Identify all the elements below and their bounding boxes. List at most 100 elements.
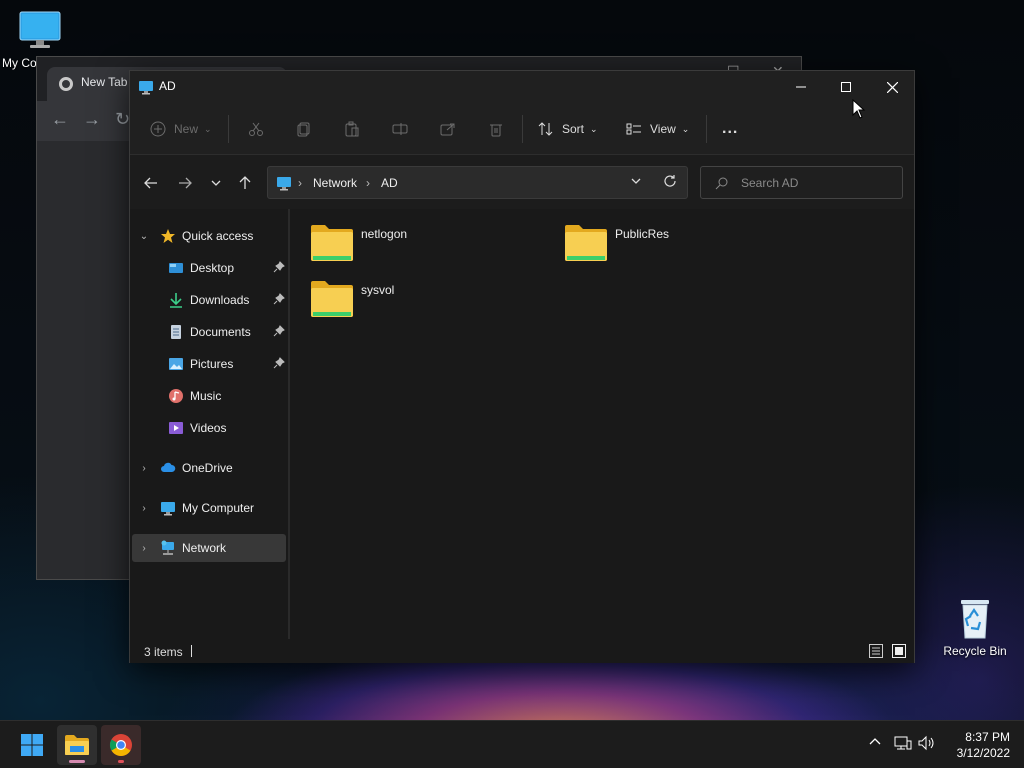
explorer-title-bar[interactable]: AD [130, 71, 914, 103]
cut-button[interactable] [248, 117, 264, 141]
status-divider [191, 645, 192, 657]
nav-label: Documents [190, 325, 251, 339]
more-options-button[interactable]: ... [722, 117, 738, 141]
search-box[interactable]: Search AD [700, 166, 903, 199]
folder-icon [311, 281, 353, 317]
file-explorer-window[interactable]: AD New ⌄ Sort ⌄ View ⌄ ... › Network › A… [129, 70, 915, 663]
view-button[interactable]: View ⌄ [626, 117, 689, 141]
paste-icon [345, 121, 359, 137]
sort-button[interactable]: Sort ⌄ [538, 117, 598, 141]
copy-button[interactable] [296, 117, 312, 141]
search-icon [715, 177, 728, 190]
nav-desktop[interactable]: Desktop [132, 254, 286, 282]
nav-videos[interactable]: Videos [132, 414, 286, 442]
paste-button[interactable] [344, 117, 360, 141]
chevron-down-icon [211, 180, 221, 186]
file-explorer-icon [65, 735, 89, 755]
nav-onedrive[interactable]: › OneDrive [132, 454, 286, 482]
nav-music[interactable]: Music [132, 382, 286, 410]
new-button[interactable]: New ⌄ [150, 117, 212, 141]
windows-logo-icon [21, 734, 43, 756]
chevron-right-icon[interactable]: › [138, 543, 150, 554]
scissors-icon [249, 122, 263, 136]
chrome-back-icon[interactable]: ← [51, 109, 69, 130]
breadcrumb-separator-icon: › [366, 176, 370, 190]
chevron-down-icon[interactable]: ⌄ [138, 231, 150, 242]
status-bar: 3 items [130, 639, 914, 663]
nav-network[interactable]: › Network [132, 534, 286, 562]
maximize-icon [841, 82, 851, 92]
mouse-cursor-icon [852, 99, 866, 119]
address-row: › Network › AD Search AD [130, 155, 914, 209]
share-button[interactable] [440, 117, 456, 141]
chrome-forward-icon[interactable]: → [83, 109, 101, 130]
nav-pictures[interactable]: Pictures [132, 350, 286, 378]
arrow-left-icon [144, 177, 157, 189]
delete-button[interactable] [488, 117, 504, 141]
minimize-button[interactable] [778, 71, 824, 103]
folder-item-netlogon[interactable]: netlogon [290, 209, 510, 261]
command-separator [706, 115, 707, 143]
pin-icon[interactable] [273, 357, 285, 369]
breadcrumb-separator-icon: › [298, 176, 302, 190]
rename-icon [392, 123, 408, 135]
pin-icon[interactable] [273, 325, 285, 337]
network-icon [161, 540, 174, 555]
minimize-icon [796, 86, 806, 88]
details-view-icon[interactable] [869, 644, 883, 658]
download-icon [170, 293, 182, 308]
cloud-icon [161, 462, 176, 472]
volume-icon[interactable] [918, 735, 936, 754]
folder-icon [311, 225, 353, 261]
taskbar: 8:37 PM 3/12/2022 [0, 720, 1024, 768]
recent-locations-button[interactable] [205, 172, 227, 194]
arrow-right-icon [179, 177, 192, 189]
chevron-right-icon[interactable]: › [138, 503, 150, 514]
chrome-icon [110, 734, 132, 756]
folder-name: PublicRes [615, 227, 670, 241]
arrow-up-icon [239, 176, 251, 189]
desktop-folder-icon [169, 263, 183, 273]
back-button[interactable] [140, 172, 162, 194]
nav-my-computer[interactable]: › My Computer [132, 494, 286, 522]
file-list: netlogon PublicRes sysvol [290, 209, 914, 639]
show-hidden-icons-chevron-up-icon[interactable] [868, 735, 882, 752]
rename-button[interactable] [392, 117, 408, 141]
navigation-pane: ⌄ Quick access Desktop Downloads Documen… [130, 209, 288, 639]
address-history-chevron-icon[interactable] [630, 175, 642, 190]
nav-label: My Computer [182, 501, 255, 515]
system-clock[interactable]: 8:37 PM 3/12/2022 [940, 729, 1010, 761]
chevron-right-icon[interactable]: › [138, 463, 150, 474]
taskbar-chrome[interactable] [101, 725, 141, 765]
nav-documents[interactable]: Documents [132, 318, 286, 346]
command-bar: New ⌄ Sort ⌄ View ⌄ ... [130, 103, 914, 155]
pin-icon[interactable] [273, 261, 285, 273]
folder-name: sysvol [361, 283, 395, 297]
large-icons-view-icon[interactable] [892, 644, 906, 658]
breadcrumb-network[interactable]: Network [313, 176, 357, 190]
nav-label: Videos [190, 421, 227, 435]
refresh-icon[interactable] [663, 174, 677, 191]
pin-icon[interactable] [273, 293, 285, 305]
nav-label: OneDrive [182, 461, 233, 475]
recycle-bin-icon [961, 600, 989, 639]
close-button[interactable] [869, 71, 915, 103]
chrome-reload-icon[interactable]: ↻ [115, 109, 130, 130]
taskbar-file-explorer[interactable] [57, 725, 97, 765]
nav-label: Network [182, 541, 227, 555]
nav-quick-access[interactable]: ⌄ Quick access [132, 222, 286, 250]
trash-icon [490, 124, 502, 137]
folder-item-publicres[interactable]: PublicRes [544, 209, 764, 261]
folder-item-sysvol[interactable]: sysvol [290, 265, 510, 317]
desktop-icon-label: My Computer [2, 56, 40, 70]
more-icon: ... [722, 120, 739, 137]
forward-button[interactable] [174, 172, 196, 194]
network-tray-icon[interactable] [894, 735, 912, 754]
up-button[interactable] [234, 172, 256, 194]
nav-downloads[interactable]: Downloads [132, 286, 286, 314]
desktop-icon-recycle-bin[interactable]: Recycle Bin [940, 596, 1010, 658]
breadcrumb-ad[interactable]: AD [381, 176, 398, 190]
monitor-icon [161, 502, 175, 516]
start-button[interactable] [12, 725, 52, 765]
address-bar[interactable]: › Network › AD [267, 166, 688, 199]
